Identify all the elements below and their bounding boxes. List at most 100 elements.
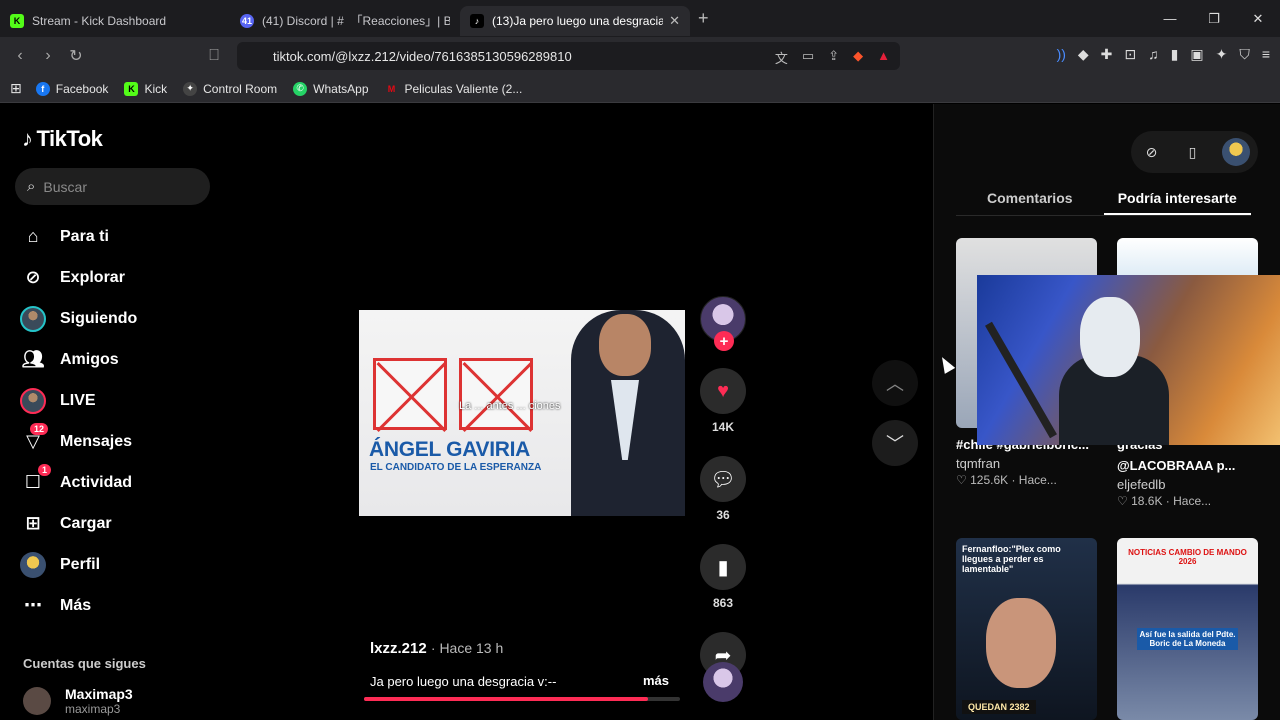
omnibox-icons: 文 ▭ ⇪ ◆ ▲ xyxy=(775,48,890,67)
video-thumbnail[interactable]: NOTICIAS CAMBIO DE MANDO 2026 Así fue la… xyxy=(1117,538,1258,720)
search-input[interactable]: ⌕ Buscar xyxy=(15,168,210,205)
bookmark-facebook[interactable]: f Facebook xyxy=(35,81,108,96)
puzzle-icon[interactable]: ✚ xyxy=(1101,46,1113,63)
tab-discord[interactable]: 41 (41) Discord | # 「Reacciones」| BR xyxy=(230,6,460,36)
sidebar-item-label: Siguiendo xyxy=(60,309,138,327)
brave-shield-icon[interactable]: ◆ xyxy=(853,48,863,67)
sidebar-item-cargar[interactable]: ⊞ Cargar xyxy=(20,503,210,544)
tab-podria-interesarte[interactable]: Podría interesarte xyxy=(1103,182,1251,215)
bookmark-label: Peliculas Valiente (2... xyxy=(404,81,523,96)
tab-comentarios[interactable]: Comentarios xyxy=(956,182,1104,215)
comment-action[interactable]: 💬︎ 36 xyxy=(700,456,746,522)
save-action[interactable]: ▮ 863 xyxy=(700,544,746,610)
follow-plus-icon[interactable]: + xyxy=(714,331,734,351)
sidebar-item-live[interactable]: LIVE xyxy=(20,380,210,421)
cast-icon[interactable]: ▭ xyxy=(802,48,814,67)
extensions-toolbar: )) ◆ ✚ ⊡ ♫ ▮ ▣ ✦ ⛉ ≡ xyxy=(1057,46,1270,63)
bookmark-label: WhatsApp xyxy=(313,81,369,96)
sidebar-icon[interactable]: ▮ xyxy=(1171,46,1179,63)
sidebar-item-perfil[interactable]: Perfil xyxy=(20,544,210,585)
sidebar-item-siguiendo[interactable]: Siguiendo xyxy=(20,298,210,339)
creator-avatar[interactable]: + xyxy=(700,296,746,351)
bookmark-peliculas[interactable]: M Peliculas Valiente (2... xyxy=(385,82,523,96)
video-thumbnail[interactable]: Fernanfloo:"Plex como llegues a perder e… xyxy=(956,538,1097,720)
apps-grid-icon[interactable]: ⊞ xyxy=(10,80,22,97)
progress-fill xyxy=(364,697,649,701)
following-account[interactable]: Maximap3 maximap3 xyxy=(23,686,133,716)
webcam-overlay xyxy=(977,275,1280,445)
sidebar-item-explorar[interactable]: ⊘ Explorar xyxy=(20,257,210,298)
bookmark-control-room[interactable]: ✦ Control Room xyxy=(183,81,277,96)
compass-icon[interactable]: ⊘ xyxy=(1140,140,1164,164)
video-player[interactable]: La ... antes ... ciones ÁNGEL GAVIRIA EL… xyxy=(359,310,685,516)
like-action[interactable]: ♥ 14K xyxy=(700,368,746,434)
sidebar-item-mas[interactable]: ⋯ Más xyxy=(20,585,210,626)
url-field[interactable]: tiktok.com/@lxzz.212/video/7616385130596… xyxy=(237,42,900,70)
wallet-icon[interactable]: )) xyxy=(1057,46,1066,63)
comment-icon[interactable]: 💬︎ xyxy=(700,456,746,502)
tab-tiktok[interactable]: ♪ (13)Ja pero luego una desgracia ✕ xyxy=(460,5,690,36)
brave-rewards-icon[interactable]: ▲ xyxy=(877,48,890,67)
previous-video-button[interactable]: ︿ xyxy=(872,360,918,406)
home-icon: ⌂ xyxy=(27,226,39,246)
thumbnail-overlay: Así fue la salida del Pdte. Boric de La … xyxy=(1137,628,1238,650)
menu-icon[interactable]: ≡ xyxy=(1262,46,1270,63)
wallet-card-icon[interactable]: ▣ xyxy=(1190,46,1203,63)
tab-kick-dashboard[interactable]: K Stream - Kick Dashboard xyxy=(0,6,230,36)
video-actions: + ♥ 14K 💬︎ 36 ▮ 863 ➦ 5860 xyxy=(700,296,746,698)
url-text: tiktok.com/@lxzz.212/video/7616385130596… xyxy=(273,48,572,64)
share-icon[interactable]: ⇪ xyxy=(828,48,839,67)
sidebar-item-actividad[interactable]: ☐ 1 Actividad xyxy=(20,462,210,503)
activity-badge: 1 xyxy=(38,464,52,476)
video-card[interactable]: NOTICIAS CAMBIO DE MANDO 2026 Así fue la… xyxy=(1117,538,1258,720)
sidebar-item-para-ti[interactable]: ⌂ Para ti xyxy=(20,216,210,257)
close-window-button[interactable]: ✕ xyxy=(1236,0,1280,37)
forward-button[interactable]: › xyxy=(34,47,62,65)
top-icons: ⊘ ▯ xyxy=(1131,131,1258,173)
bookmark-icon[interactable]: ⎕ xyxy=(200,47,228,65)
bookmark-icon[interactable]: ▮ xyxy=(700,544,746,590)
bookmark-kick[interactable]: K Kick xyxy=(124,81,168,96)
comment-count: 36 xyxy=(716,508,730,522)
heart-icon[interactable]: ♥ xyxy=(700,368,746,414)
video-headline: ÁNGEL GAVIRIA xyxy=(369,438,531,461)
minimize-button[interactable]: — xyxy=(1148,0,1192,37)
sidebar-nav: ⌂ Para ti ⊘ Explorar Siguiendo 👥︎ Amigos… xyxy=(20,216,210,626)
sidebar-item-mensajes[interactable]: ▽ 12 Mensajes xyxy=(20,421,210,462)
more-icon: ⋯ xyxy=(24,595,42,615)
screenshot-icon[interactable]: ⊡ xyxy=(1124,46,1136,63)
thumbnail-caption: NOTICIAS CAMBIO DE MANDO 2026 xyxy=(1128,548,1247,566)
vpn-shield-icon[interactable]: ⛉ xyxy=(1239,46,1250,63)
tiktok-page: ♪ TikTok ⌕ Buscar ⌂ Para ti ⊘ Explorar S… xyxy=(0,104,1280,720)
tiktok-logo[interactable]: ♪ TikTok xyxy=(22,126,103,152)
video-author[interactable]: lxzz.212 · Hace 13 h xyxy=(370,640,503,657)
maximize-button[interactable]: ❐ xyxy=(1192,0,1236,37)
close-tab-icon[interactable]: ✕ xyxy=(669,13,680,29)
video-subline: EL CANDIDATO DE LA ESPERANZA xyxy=(370,462,542,473)
avatar[interactable] xyxy=(1221,138,1250,166)
browser-tab-bar: K Stream - Kick Dashboard 41 (41) Discor… xyxy=(0,0,1280,37)
crossed-box-image xyxy=(373,358,447,430)
chevron-up-icon: ︿ xyxy=(886,374,904,394)
extension-icon[interactable]: ◆ xyxy=(1078,46,1089,63)
music-icon[interactable]: ♫ xyxy=(1148,46,1159,63)
card-user: eljefedlb xyxy=(1117,477,1166,492)
ai-icon[interactable]: ✦ xyxy=(1216,46,1228,63)
bookmark-label: Kick xyxy=(144,81,168,96)
reload-button[interactable]: ↻ xyxy=(62,46,90,66)
translate-icon[interactable]: 文 xyxy=(775,48,788,67)
more-button[interactable]: más xyxy=(643,673,669,688)
upload-icon: ⊞ xyxy=(25,513,41,533)
sidebar-item-amigos[interactable]: 👥︎ Amigos xyxy=(20,339,210,380)
next-video-button[interactable]: ﹀ xyxy=(872,420,918,466)
video-progress-bar[interactable] xyxy=(364,697,680,701)
live-avatar xyxy=(20,387,46,414)
back-button[interactable]: ‹ xyxy=(6,47,34,65)
address-bar: ‹ › ↻ ⎕ tiktok.com/@lxzz.212/video/76163… xyxy=(0,37,1280,75)
music-disc-avatar[interactable] xyxy=(703,662,743,702)
thumbnail-overlay: QUEDAN 2382 xyxy=(962,700,1036,714)
device-icon[interactable]: ▯ xyxy=(1181,140,1205,164)
video-card[interactable]: Fernanfloo:"Plex como llegues a perder e… xyxy=(956,538,1097,720)
new-tab-button[interactable]: + xyxy=(698,8,709,29)
bookmark-whatsapp[interactable]: ✆ WhatsApp xyxy=(293,81,369,96)
